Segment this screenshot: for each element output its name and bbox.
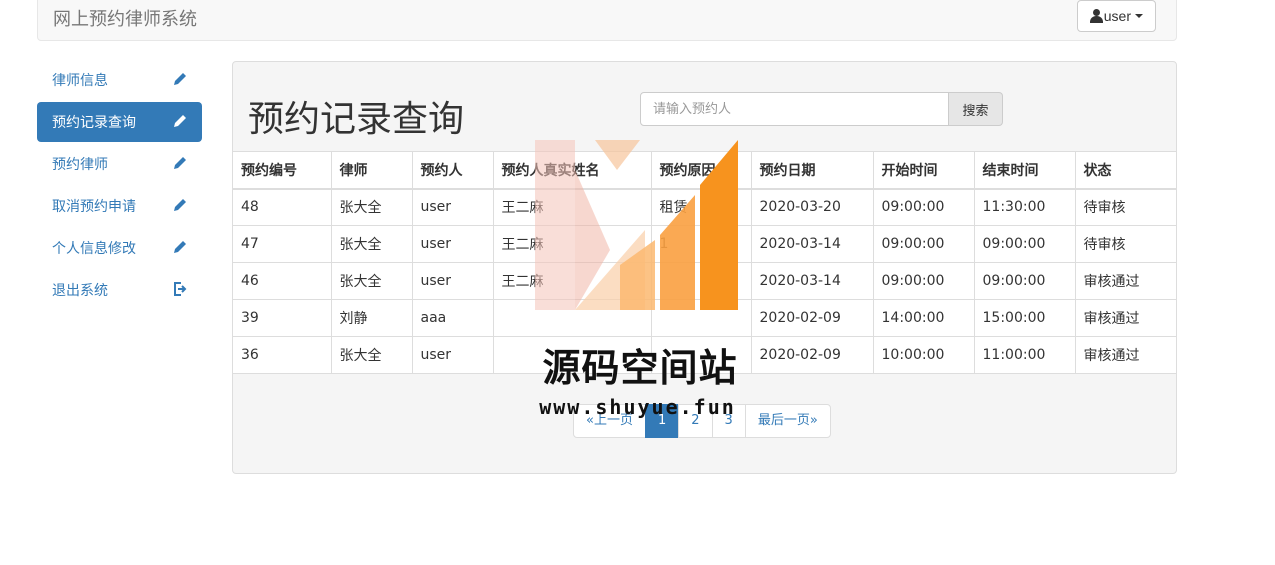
table-cell: 09:00:00	[973, 225, 1076, 263]
table-cell: 刘静	[330, 299, 413, 337]
table-cell: user	[411, 225, 494, 263]
table-cell: 09:00:00	[872, 225, 975, 263]
sidebar-item-cancel-request[interactable]: 取消预约申请	[37, 186, 202, 226]
sidebar-nav: 律师信息 预约记录查询 预约律师 取消预约申请 个人信息修改 退出系统	[37, 60, 202, 312]
table-cell: 张大全	[330, 188, 413, 226]
table-cell: user	[411, 262, 494, 300]
sidebar-item-label: 预约记录查询	[52, 115, 136, 131]
table-cell: 09:00:00	[872, 262, 975, 300]
top-navbar: 网上预约律师系统 user	[37, 0, 1177, 41]
search-button[interactable]: 搜索	[949, 92, 1003, 126]
table-cell: user	[411, 336, 494, 374]
table-cell: 待审核	[1074, 225, 1176, 263]
table-cell: 2020-03-14	[750, 225, 874, 263]
table-cell: 09:00:00	[872, 188, 975, 226]
user-menu-button[interactable]: user	[1076, 0, 1156, 32]
user-icon	[1089, 9, 1103, 23]
table-cell: 10:00:00	[872, 336, 975, 374]
table-cell: 48	[233, 188, 332, 226]
table-cell: 39	[233, 299, 332, 337]
table-cell: 2020-02-09	[750, 299, 874, 337]
table-cell: user	[411, 188, 494, 226]
table-cell: 张大全	[330, 225, 413, 263]
pencil-icon	[172, 239, 188, 255]
table-cell: 2020-03-14	[750, 262, 874, 300]
table-cell: 待审核	[1074, 188, 1176, 226]
pencil-icon	[172, 113, 188, 129]
table-cell: 张大全	[330, 336, 413, 374]
table-cell: 审核通过	[1074, 299, 1176, 337]
table-cell: 46	[233, 262, 332, 300]
table-cell: aaa	[411, 299, 494, 337]
app-brand[interactable]: 网上预约律师系统	[53, 5, 197, 31]
page-title: 预约记录查询	[248, 99, 465, 140]
table-cell: 36	[233, 336, 332, 374]
watermark-url: www.shuyue.fun	[539, 395, 736, 419]
sidebar-item-label: 退出系统	[52, 283, 108, 299]
sidebar-item-book-lawyer[interactable]: 预约律师	[37, 144, 202, 184]
watermark-logo-icon	[535, 140, 738, 310]
table-cell: 15:00:00	[973, 299, 1076, 337]
table-cell: 09:00:00	[973, 262, 1076, 300]
pencil-icon	[172, 197, 188, 213]
search-input[interactable]	[640, 92, 949, 126]
column-header: 预约日期	[750, 151, 874, 190]
table-cell: 11:30:00	[973, 188, 1076, 226]
sidebar-item-label: 取消预约申请	[52, 199, 136, 215]
user-menu-label: user	[1103, 8, 1131, 24]
sidebar-item-lawyer-info[interactable]: 律师信息	[37, 60, 202, 100]
column-header: 结束时间	[973, 151, 1076, 190]
sidebar-item-label: 律师信息	[52, 73, 108, 89]
table-cell: 审核通过	[1074, 262, 1176, 300]
table-cell: 2020-03-20	[750, 188, 874, 226]
sidebar-item-label: 预约律师	[52, 157, 108, 173]
sidebar-item-profile-edit[interactable]: 个人信息修改	[37, 228, 202, 268]
table-cell: 2020-02-09	[750, 336, 874, 374]
pencil-icon	[172, 155, 188, 171]
pencil-icon	[172, 71, 188, 87]
sidebar-item-logout[interactable]: 退出系统	[37, 270, 202, 310]
table-cell: 14:00:00	[872, 299, 975, 337]
table-cell: 47	[233, 225, 332, 263]
sidebar-item-appointment-records[interactable]: 预约记录查询	[37, 102, 202, 142]
table-cell: 11:00:00	[973, 336, 1076, 374]
caret-down-icon	[1135, 14, 1143, 18]
search-group: 搜索	[640, 92, 1003, 126]
logout-icon	[172, 281, 188, 297]
watermark-title: 源码空间站	[542, 346, 738, 390]
column-header: 律师	[330, 151, 413, 190]
column-header: 预约编号	[233, 151, 332, 190]
sidebar-item-label: 个人信息修改	[52, 241, 136, 257]
column-header: 开始时间	[872, 151, 975, 190]
table-cell: 审核通过	[1074, 336, 1176, 374]
column-header: 预约人	[411, 151, 494, 190]
table-cell: 张大全	[330, 262, 413, 300]
column-header: 状态	[1074, 151, 1176, 190]
